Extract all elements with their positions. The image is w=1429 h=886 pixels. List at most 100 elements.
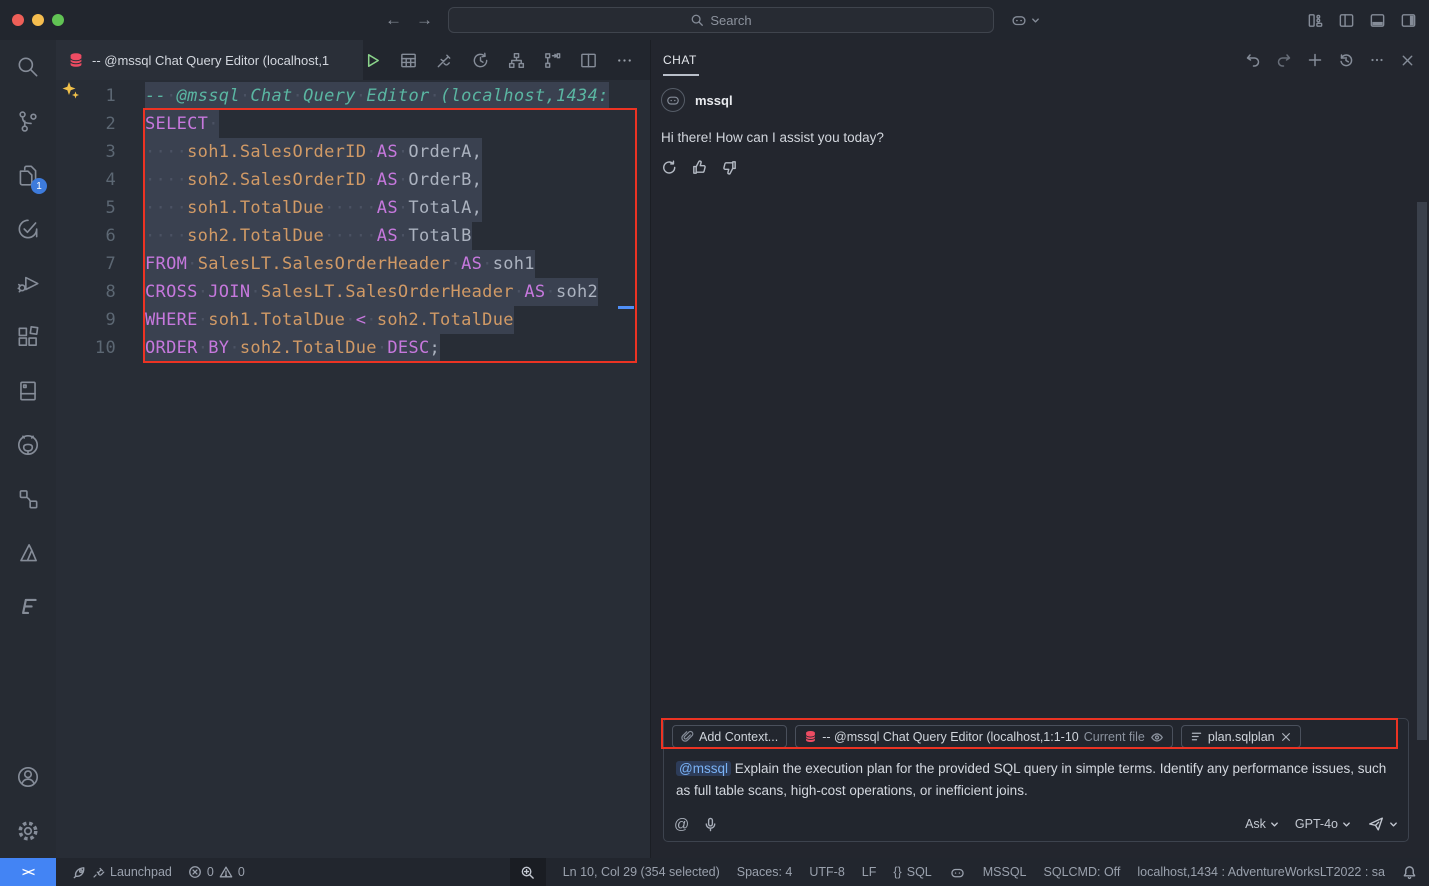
- code-line[interactable]: 4····soh2.SalesOrderID·AS·OrderB,: [56, 166, 650, 194]
- change-connection-icon[interactable]: [471, 51, 490, 70]
- results-grid-icon[interactable]: [399, 51, 418, 70]
- mention-button[interactable]: @: [674, 816, 689, 833]
- selected-code-text: WHERE·soh1.TotalDue·<·soh2.TotalDue: [145, 306, 514, 334]
- zoom-window-button[interactable]: [52, 14, 64, 26]
- eol-item[interactable]: LF: [862, 865, 877, 879]
- sidebar-item-github[interactable]: [0, 418, 56, 472]
- command-search-box[interactable]: Search: [448, 7, 994, 33]
- selected-code-text: ····soh2.TotalDue·····AS·TotalB: [145, 222, 472, 250]
- sidebar-item-fabric[interactable]: [0, 580, 56, 634]
- code-line[interactable]: 6····soh2.TotalDue·····AS·TotalB: [56, 222, 650, 250]
- sidebar-item-azure[interactable]: [0, 526, 56, 580]
- selected-code-text: ····soh2.SalesOrderID·AS·OrderB,: [145, 166, 482, 194]
- mssql-mention[interactable]: @mssql: [676, 761, 731, 776]
- context-chips-row: Add Context... -- @mssql Chat Query Edit…: [664, 719, 1408, 748]
- database-icon: [804, 730, 817, 743]
- problems-item[interactable]: 0 0: [188, 865, 245, 879]
- notebook-icon: [15, 378, 41, 404]
- minimize-window-button[interactable]: [32, 14, 44, 26]
- sidebar-item-connections[interactable]: [0, 472, 56, 526]
- toggle-primary-sidebar-icon[interactable]: [1338, 12, 1355, 29]
- sidebar-item-source-control[interactable]: [0, 94, 56, 148]
- search-placeholder: Search: [710, 13, 751, 28]
- error-count: 0: [207, 865, 214, 879]
- run-query-icon[interactable]: [363, 51, 382, 70]
- file-chip-title: -- @mssql Chat Query Editor (localhost,1…: [822, 730, 1079, 744]
- code-line[interactable]: 8CROSS·JOIN·SalesLT.SalesOrderHeader·AS·…: [56, 278, 650, 306]
- forward-arrow-icon[interactable]: →: [416, 10, 433, 30]
- paperclip-icon: [681, 730, 694, 743]
- history-icon[interactable]: [1338, 52, 1354, 68]
- remove-chip-icon[interactable]: [1280, 731, 1292, 743]
- code-line[interactable]: 1--·@mssql·Chat·Query·Editor·(localhost,…: [56, 82, 650, 110]
- zoom-indicator[interactable]: [510, 858, 546, 886]
- sidebar-item-run-debug[interactable]: [0, 256, 56, 310]
- undo-icon[interactable]: [1245, 52, 1261, 68]
- sqlcmd-toggle-icon[interactable]: [543, 51, 562, 70]
- back-arrow-icon[interactable]: ←: [385, 10, 402, 30]
- split-editor-icon[interactable]: [579, 51, 598, 70]
- copilot-menu-button[interactable]: [1010, 11, 1040, 29]
- sidebar-item-query-history[interactable]: [0, 202, 56, 256]
- thumbs-up-icon[interactable]: [691, 159, 708, 176]
- launchpad-item[interactable]: Launchpad: [72, 865, 172, 880]
- account-button[interactable]: [0, 750, 56, 804]
- remote-indicator[interactable]: ><: [0, 858, 56, 886]
- sidebar-item-copilot-edits[interactable]: 1: [0, 148, 56, 202]
- indentation-item[interactable]: Spaces: 4: [737, 865, 793, 879]
- gear-icon: [15, 818, 41, 844]
- copilot-sparkle-icon[interactable]: [60, 80, 82, 102]
- customize-layout-icon[interactable]: [1307, 12, 1324, 29]
- selected-code-text: ORDER·BY·soh2.TotalDue·DESC;: [145, 334, 440, 362]
- eye-icon[interactable]: [1150, 730, 1164, 744]
- code-line[interactable]: 3····soh1.SalesOrderID·AS·OrderA,: [56, 138, 650, 166]
- connection-item[interactable]: localhost,1434 : AdventureWorksLT2022 : …: [1137, 865, 1385, 879]
- chat-input-box[interactable]: Add Context... -- @mssql Chat Query Edit…: [663, 718, 1409, 842]
- microphone-icon[interactable]: [703, 817, 718, 832]
- code-line[interactable]: 10ORDER·BY·soh2.TotalDue·DESC;: [56, 334, 650, 362]
- more-actions-icon[interactable]: [615, 51, 634, 70]
- settings-button[interactable]: [0, 804, 56, 858]
- editor-tab-bar: -- @mssql Chat Query Editor (localhost,1: [56, 40, 650, 80]
- toggle-panel-icon[interactable]: [1369, 12, 1386, 29]
- sidebar-item-search[interactable]: [0, 40, 56, 94]
- plan-sqlplan-chip[interactable]: plan.sqlplan: [1181, 725, 1301, 748]
- sidebar-item-extensions[interactable]: [0, 310, 56, 364]
- copilot-status-icon[interactable]: [949, 864, 966, 881]
- sqlcmd-item[interactable]: SQLCMD: Off: [1044, 865, 1121, 879]
- estimated-plan-icon[interactable]: [507, 51, 526, 70]
- regenerate-icon[interactable]: [661, 159, 678, 176]
- redo-icon[interactable]: [1276, 52, 1292, 68]
- add-context-button[interactable]: Add Context...: [672, 725, 787, 748]
- new-chat-icon[interactable]: [1307, 52, 1323, 68]
- tab-chat[interactable]: CHAT: [663, 40, 697, 80]
- database-icon: [68, 52, 84, 68]
- send-button[interactable]: [1367, 815, 1398, 833]
- thumbs-down-icon[interactable]: [721, 159, 738, 176]
- sidebar-item-database-projects[interactable]: [0, 364, 56, 418]
- chat-scrollbar[interactable]: [1417, 202, 1427, 740]
- encoding-item[interactable]: UTF-8: [809, 865, 844, 879]
- bell-icon[interactable]: [1402, 865, 1417, 880]
- selected-code-text: ····soh1.TotalDue·····AS·TotalA,: [145, 194, 482, 222]
- current-file-chip[interactable]: -- @mssql Chat Query Editor (localhost,1…: [795, 725, 1173, 748]
- mssql-item[interactable]: MSSQL: [983, 865, 1027, 879]
- toggle-secondary-sidebar-icon[interactable]: [1400, 12, 1417, 29]
- copilot-icon: [1010, 11, 1028, 29]
- code-editor[interactable]: 1--·@mssql·Chat·Query·Editor·(localhost,…: [56, 80, 650, 858]
- language-item[interactable]: {}SQL: [893, 865, 931, 879]
- code-line[interactable]: 2SELECT·: [56, 110, 650, 138]
- cursor-position-item[interactable]: Ln 10, Col 29 (354 selected): [563, 865, 720, 879]
- line-number: 3: [56, 138, 116, 166]
- chat-input-text[interactable]: @mssql Explain the execution plan for th…: [672, 748, 1408, 802]
- editor-tab[interactable]: -- @mssql Chat Query Editor (localhost,1: [56, 40, 363, 80]
- code-line[interactable]: 7FROM·SalesLT.SalesOrderHeader·AS·soh1: [56, 250, 650, 278]
- code-line[interactable]: 9WHERE·soh1.TotalDue·<·soh2.TotalDue: [56, 306, 650, 334]
- code-line[interactable]: 5····soh1.TotalDue·····AS·TotalA,: [56, 194, 650, 222]
- close-window-button[interactable]: [12, 14, 24, 26]
- mode-picker[interactable]: Ask: [1245, 817, 1279, 831]
- more-icon[interactable]: [1369, 52, 1385, 68]
- close-icon[interactable]: [1400, 53, 1415, 68]
- model-picker[interactable]: GPT-4o: [1295, 817, 1351, 831]
- connect-icon[interactable]: [435, 51, 454, 70]
